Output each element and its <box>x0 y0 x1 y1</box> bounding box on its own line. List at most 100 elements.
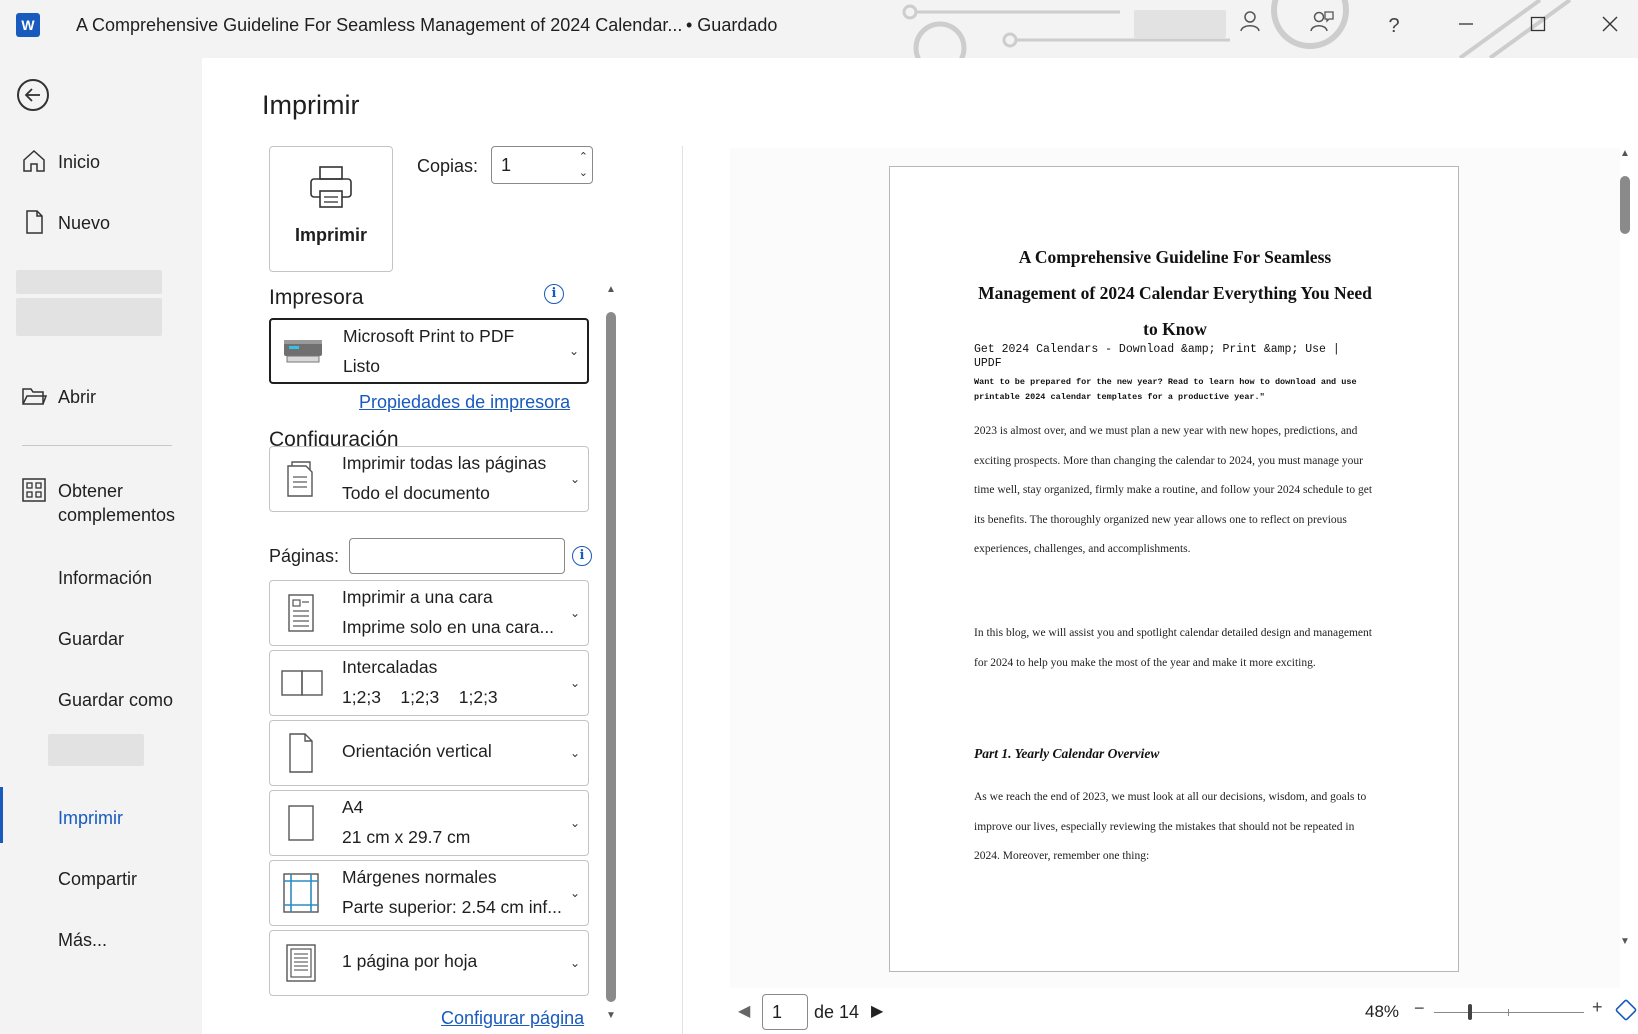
pages-input[interactable] <box>349 538 565 574</box>
zoom-to-page-icon[interactable] <box>1614 998 1638 1022</box>
close-icon[interactable] <box>1594 10 1626 42</box>
printer-select[interactable]: Microsoft Print to PDF Listo ⌄ <box>269 318 589 384</box>
print-button[interactable]: Imprimir <box>269 146 393 272</box>
pages-label: Páginas: <box>269 546 340 566</box>
preview-meta-description: Want to be prepared for the new year? Re… <box>974 377 1357 402</box>
preview-paragraph: 2023 is almost over, and we must plan a … <box>974 425 1373 556</box>
chevron-down-icon: ⌄ <box>569 676 580 690</box>
zoom-slider-thumb[interactable] <box>1468 1004 1472 1020</box>
scroll-down-icon[interactable]: ▼ <box>605 1010 617 1021</box>
portrait-page-icon <box>289 733 313 773</box>
preview-title: A Comprehensive Guideline For Seamless M… <box>978 247 1372 339</box>
setting-line1: Imprimir todas las páginas <box>342 453 547 473</box>
copies-value: 1 <box>501 155 512 175</box>
print-panel: Imprimir Imprimir Copias: 1 ⌃ ⌄ Impresora… <box>202 58 1638 1034</box>
nav-label: Guardar como <box>58 690 174 710</box>
copies-label: Copias: <box>417 156 479 176</box>
margins-select[interactable]: Márgenes normales Parte superior: 2.54 c… <box>269 860 589 926</box>
scroll-thumb[interactable] <box>1620 176 1630 234</box>
panel-divider <box>682 146 683 1034</box>
setting-line1: Orientación vertical <box>342 741 492 761</box>
printer-device-icon <box>284 340 322 363</box>
pages-per-sheet-select[interactable]: 1 página por hoja ⌄ <box>269 930 589 996</box>
printer-name: Microsoft Print to PDF <box>343 326 515 346</box>
nav-label: Abrir <box>58 387 97 407</box>
setting-line2: 1;2;3 1;2;3 1;2;3 <box>342 687 498 707</box>
printer-properties-link[interactable]: Propiedades de impresora <box>359 392 570 413</box>
backstage-nav: Inicio Nuevo Abrir Obtener complementos … <box>0 52 202 1034</box>
margins-icon <box>283 873 319 913</box>
print-range-select[interactable]: Imprimir todas las páginas Todo el docum… <box>269 446 589 512</box>
next-page-icon[interactable]: ▶ <box>871 1001 883 1021</box>
addins-grid-icon <box>22 478 46 502</box>
nav-label: Nuevo <box>58 213 111 233</box>
blurred-nav-item <box>16 270 162 294</box>
back-arrow-icon[interactable] <box>17 79 49 111</box>
nav-label: Compartir <box>58 869 138 889</box>
zoom-slider-track[interactable] <box>1434 1012 1584 1013</box>
scroll-thumb[interactable] <box>606 312 616 1002</box>
maximize-icon[interactable] <box>1522 10 1554 42</box>
home-icon <box>23 149 45 172</box>
setting-line1: Imprimir a una cara <box>342 587 493 607</box>
scroll-up-icon[interactable]: ▲ <box>605 284 617 295</box>
copies-stepper[interactable]: 1 ⌃ ⌄ <box>491 146 593 184</box>
blurred-nav-item <box>16 298 162 336</box>
active-indicator <box>0 787 3 843</box>
nav-label: Información <box>58 568 153 588</box>
printer-section-title: Impresora <box>269 286 364 309</box>
setting-line1: Intercaladas <box>342 657 438 677</box>
setting-line1: A4 <box>342 797 364 817</box>
stepper-arrows-icon[interactable]: ⌃ ⌄ <box>579 149 588 181</box>
nav-label: Más... <box>58 930 108 950</box>
preview-meta-title: Get 2024 Calendars - Download &amp; Prin… <box>974 343 1340 370</box>
minimize-icon[interactable] <box>1450 10 1482 42</box>
save-status: • Guardado <box>686 15 778 35</box>
scroll-down-icon[interactable]: ▼ <box>1618 936 1632 947</box>
current-page-input[interactable]: 1 <box>762 994 808 1030</box>
printer-icon <box>310 166 352 208</box>
print-button-label: Imprimir <box>294 225 368 245</box>
coauthor-icon[interactable] <box>1306 10 1338 42</box>
word-logo-icon: W <box>16 13 40 37</box>
page-per-sheet-icon <box>286 944 316 982</box>
preview-heading: Part 1. Yearly Calendar Overview <box>974 746 1160 761</box>
zoom-out-icon[interactable]: − <box>1414 998 1425 1019</box>
setting-line2: 21 cm x 29.7 cm <box>342 827 471 847</box>
setting-line1: 1 página por hoja <box>342 951 478 971</box>
zoom-level[interactable]: 48% <box>1365 1002 1399 1022</box>
preview-paragraph: As we reach the end of 2023, we must loo… <box>974 791 1367 863</box>
collation-select[interactable]: Intercaladas 1;2;3 1;2;3 1;2;3 ⌄ <box>269 650 589 716</box>
pages-icon <box>287 461 313 497</box>
info-icon[interactable]: i <box>572 546 592 566</box>
page-setup-link[interactable]: Configurar página <box>441 1008 584 1029</box>
chevron-down-icon: ⌄ <box>569 472 580 486</box>
paper-size-select[interactable]: A4 21 cm x 29.7 cm ⌄ <box>269 790 589 856</box>
zoom-slider-midmark <box>1508 1009 1509 1016</box>
info-icon[interactable]: i <box>544 284 564 304</box>
settings-scrollbar[interactable]: ▲ ▼ <box>605 284 617 1024</box>
page-count: de 14 <box>814 1002 860 1022</box>
preview-scrollbar[interactable]: ▲ ▼ <box>1618 148 1632 948</box>
setting-line2: Parte superior: 2.54 cm inf... <box>342 897 562 917</box>
nav-item-obtener-complementos[interactable]: Obtener complementos <box>0 477 202 527</box>
blurred-account-area <box>1134 10 1226 38</box>
zoom-in-icon[interactable]: + <box>1592 997 1603 1018</box>
scroll-up-icon[interactable]: ▲ <box>1618 148 1632 159</box>
chevron-down-icon: ⌄ <box>569 886 580 900</box>
setting-line2: Todo el documento <box>342 483 490 503</box>
nav-label: Obtener complementos <box>58 481 176 525</box>
document-title: A Comprehensive Guideline For Seamless M… <box>76 15 683 35</box>
blurred-nav-item <box>48 734 144 766</box>
sides-select[interactable]: Imprimir a una cara Imprime solo en una … <box>269 580 589 646</box>
help-icon[interactable]: ? <box>1378 10 1410 42</box>
nav-label: Inicio <box>58 152 101 172</box>
account-icon[interactable] <box>1234 10 1266 42</box>
previous-page-icon[interactable]: ◀ <box>738 1001 750 1021</box>
setting-line1: Márgenes normales <box>342 867 497 887</box>
chevron-down-icon: ⌄ <box>569 606 580 620</box>
preview-page: A Comprehensive Guideline For Seamless M… <box>889 166 1459 972</box>
orientation-select[interactable]: Orientación vertical ⌄ <box>269 720 589 786</box>
chevron-down-icon: ⌄ <box>569 816 580 830</box>
title-bar: W A Comprehensive Guideline For Seamless… <box>0 0 1638 58</box>
